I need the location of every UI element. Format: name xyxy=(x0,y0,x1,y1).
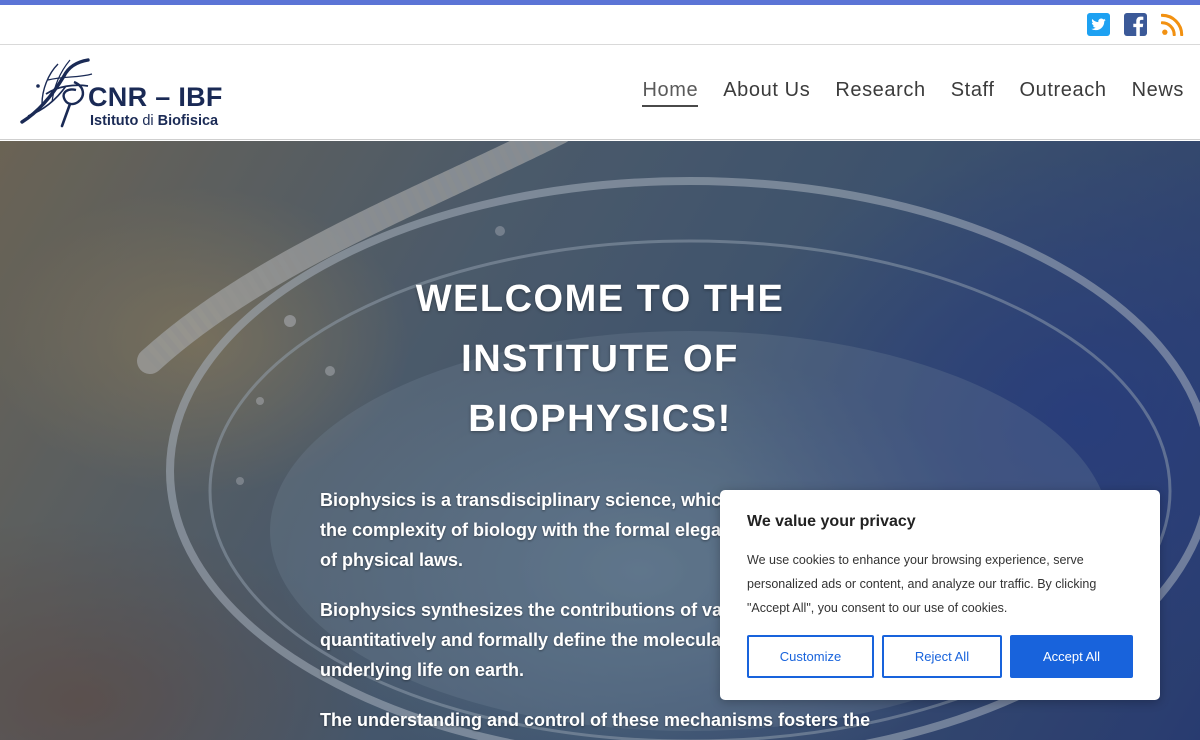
nav-research[interactable]: Research xyxy=(835,79,925,107)
nav-outreach[interactable]: Outreach xyxy=(1020,79,1107,107)
cookie-consent-banner: We value your privacy We use cookies to … xyxy=(720,490,1160,700)
facebook-icon[interactable] xyxy=(1124,13,1147,36)
site-logo[interactable]: CNR – IBF Istituto di Biofisica xyxy=(18,56,248,132)
site-header: CNR – IBF Istituto di Biofisica Home Abo… xyxy=(0,46,1200,140)
cookie-title: We value your privacy xyxy=(747,513,916,530)
rss-icon[interactable] xyxy=(1160,13,1184,37)
nav-staff[interactable]: Staff xyxy=(951,79,995,107)
accept-all-button[interactable]: Accept All xyxy=(1010,635,1133,678)
twitter-icon[interactable] xyxy=(1087,13,1110,36)
nav-news[interactable]: News xyxy=(1132,79,1184,107)
main-nav: Home About Us Research Staff Outreach Ne… xyxy=(617,79,1184,107)
logo-title: CNR – IBF xyxy=(88,82,223,112)
nav-home[interactable]: Home xyxy=(642,79,699,107)
reject-all-button[interactable]: Reject All xyxy=(882,635,1002,678)
logo-subtitle: Istituto di Biofisica xyxy=(90,113,219,129)
hero-paragraph: The understanding and control of these m… xyxy=(320,710,871,730)
page: CNR – IBF Istituto di Biofisica Home Abo… xyxy=(0,0,1200,740)
cookie-description: We use cookies to enhance your browsing … xyxy=(747,553,1097,615)
customize-button[interactable]: Customize xyxy=(747,635,874,678)
nav-about-us[interactable]: About Us xyxy=(723,79,810,107)
social-bar xyxy=(0,5,1200,45)
hero-title: WELCOME TO THE INSTITUTE OF BIOPHYSICS! xyxy=(415,278,785,440)
